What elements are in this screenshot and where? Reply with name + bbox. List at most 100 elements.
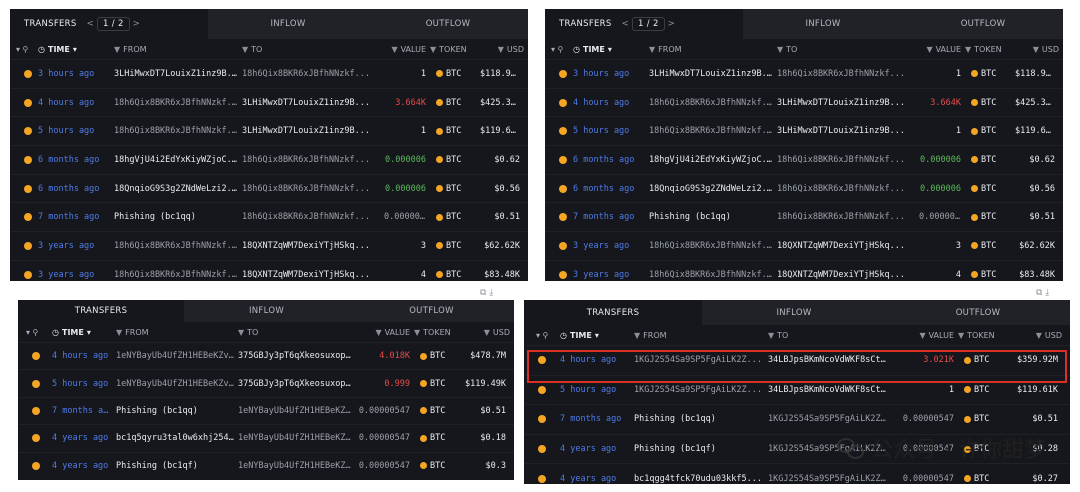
to-address-cell[interactable]: 1eNYBayUb4UfZH1HEBeKZv...: [238, 433, 356, 443]
table-row[interactable]: 3 hours ago 3LHiMwxDT7LouixZ1inz9B... 18h6…: [10, 59, 528, 88]
from-header[interactable]: ▼ FROM: [114, 45, 242, 54]
tab-transfers[interactable]: TRANSFERS: [524, 300, 702, 325]
to-address-cell[interactable]: 1eNYBayUb4UfZH1HEBeKZv...: [238, 461, 356, 471]
from-address-cell[interactable]: 1eNYBayUb4UfZH1HEBeKZv...: [116, 379, 238, 389]
usd-header[interactable]: ▼ USD: [1010, 331, 1066, 340]
from-address-cell[interactable]: 1KGJ2S54Sa9SP5FgAiLK2Z...: [634, 385, 768, 395]
table-row[interactable]: 5 hours ago 18h6Qix8BKR6xJBfhNNzkf... 3LHi…: [10, 116, 528, 145]
usd-header[interactable]: ▼ USD: [480, 45, 528, 54]
filter-link-icons[interactable]: ▾ ⚲: [18, 328, 52, 337]
time-cell[interactable]: 3 hours ago: [38, 69, 114, 79]
token-header[interactable]: ▼ TOKEN: [430, 45, 480, 54]
time-cell[interactable]: 3 years ago: [573, 241, 649, 251]
table-row[interactable]: 3 years ago 18h6Qix8BKR6xJBfhNNzkf... 18QX…: [10, 259, 528, 281]
panel-3-copy-download-icons[interactable]: ⧉ ⤓: [480, 288, 493, 298]
time-cell[interactable]: 4 hours ago: [52, 351, 116, 361]
to-address-cell[interactable]: 18h6Qix8BKR6xJBfhNNzkf...: [777, 212, 919, 222]
time-cell[interactable]: 3 hours ago: [573, 69, 649, 79]
from-address-cell[interactable]: 18QnqioG9S3g2ZNdWeLzi2...: [114, 184, 242, 194]
time-cell[interactable]: 4 years ago: [52, 433, 116, 443]
tab-inflow[interactable]: INFLOW: [208, 9, 368, 39]
time-header[interactable]: ◷ TIME ▾: [38, 45, 114, 54]
to-address-cell[interactable]: 1eNYBayUb4UfZH1HEBeKZv...: [238, 406, 356, 416]
table-row[interactable]: 5 hours ago 1eNYBayUb4UfZH1HEBeKZv... 375G…: [18, 369, 514, 396]
table-row[interactable]: 6 months ago 18hgVjU4i2EdYxKiyWZjoC... 18h…: [10, 145, 528, 174]
from-address-cell[interactable]: 18h6Qix8BKR6xJBfhNNzkf...: [114, 270, 242, 280]
time-cell[interactable]: 3 years ago: [38, 241, 114, 251]
table-row[interactable]: 3 years ago 18h6Qix8BKR6xJBfhNNzkf... 18QX…: [10, 231, 528, 260]
table-row[interactable]: 3 years ago 18h6Qix8BKR6xJBfhNNzkf... 18QX…: [545, 259, 1063, 281]
to-address-cell[interactable]: 18h6Qix8BKR6xJBfhNNzkf...: [242, 212, 384, 222]
filter-link-icons[interactable]: ▾ ⚲: [524, 331, 560, 340]
next-page-button[interactable]: >: [668, 19, 675, 29]
table-row[interactable]: 6 months ago 18QnqioG9S3g2ZNdWeLzi2... 18h…: [10, 173, 528, 203]
time-cell[interactable]: 6 months ago: [38, 155, 114, 165]
usd-header[interactable]: ▼ USD: [464, 328, 514, 337]
tab-outflow[interactable]: OUTFLOW: [886, 300, 1070, 325]
next-page-button[interactable]: >: [133, 19, 140, 29]
to-address-cell[interactable]: 18QXNTZqWM7DexiYTjHSkq...: [777, 270, 919, 280]
table-row[interactable]: 4 years ago bc1qgg4tfck70udu03kkf5... 1KGJ…: [524, 463, 1070, 484]
token-header[interactable]: ▼ TOKEN: [414, 328, 464, 337]
to-header[interactable]: ▼ TO: [242, 45, 384, 54]
from-address-cell[interactable]: 18h6Qix8BKR6xJBfhNNzkf...: [114, 98, 242, 108]
tab-inflow[interactable]: INFLOW: [702, 300, 886, 325]
from-header[interactable]: ▼ FROM: [634, 331, 768, 340]
time-header[interactable]: ◷ TIME ▾: [573, 45, 649, 54]
time-cell[interactable]: 5 hours ago: [573, 126, 649, 136]
time-header[interactable]: ◷ TIME ▾: [52, 328, 116, 337]
value-header[interactable]: ▼ VALUE: [384, 45, 430, 54]
table-row[interactable]: 4 years ago bc1q5qyru3tal0w6xhj254... 1eNY…: [18, 424, 514, 451]
time-cell[interactable]: 5 hours ago: [52, 379, 116, 389]
from-address-cell[interactable]: Phishing (bc1qq): [649, 212, 777, 222]
value-header[interactable]: ▼ VALUE: [919, 45, 965, 54]
from-address-cell[interactable]: Phishing (bc1qq): [634, 414, 768, 424]
value-header[interactable]: ▼ VALUE: [894, 331, 958, 340]
tab-outflow[interactable]: OUTFLOW: [903, 9, 1063, 39]
table-row[interactable]: 3 years ago 18h6Qix8BKR6xJBfhNNzkf... 18QX…: [545, 231, 1063, 260]
to-address-cell[interactable]: 18h6Qix8BKR6xJBfhNNzkf...: [777, 184, 919, 194]
to-address-cell[interactable]: 34LBJpsBKmNcoVdWKF8sCt...: [768, 385, 894, 395]
table-row[interactable]: 4 years ago Phishing (bc1qf) 1eNYBayUb4UfZ…: [18, 451, 514, 479]
to-address-cell[interactable]: 18h6Qix8BKR6xJBfhNNzkf...: [777, 69, 919, 79]
time-cell[interactable]: 6 months ago: [38, 184, 114, 194]
table-row[interactable]: 7 months ago Phishing (bc1qq) 18h6Qix8BKR6…: [10, 202, 528, 231]
table-row[interactable]: 4 hours ago 1eNYBayUb4UfZH1HEBeKZv... 375G…: [18, 342, 514, 369]
time-cell[interactable]: 4 hours ago: [573, 98, 649, 108]
time-cell[interactable]: 7 months ago: [573, 212, 649, 222]
time-cell[interactable]: 4 hours ago: [38, 98, 114, 108]
time-cell[interactable]: 4 years ago: [560, 444, 634, 454]
from-address-cell[interactable]: 3LHiMwxDT7LouixZ1inz9B...: [649, 69, 777, 79]
time-cell[interactable]: 7 months ago: [52, 406, 116, 416]
time-cell[interactable]: 3 years ago: [573, 270, 649, 280]
to-address-cell[interactable]: 1KGJ2S54Sa9SP5FgAiLK2Z...: [768, 474, 894, 484]
to-address-cell[interactable]: 3LHiMwxDT7LouixZ1inz9B...: [242, 98, 384, 108]
from-address-cell[interactable]: bc1qgg4tfck70udu03kkf5...: [634, 474, 768, 484]
tab-inflow[interactable]: INFLOW: [743, 9, 903, 39]
usd-header[interactable]: ▼ USD: [1015, 45, 1063, 54]
time-cell[interactable]: 6 months ago: [573, 155, 649, 165]
from-address-cell[interactable]: 18h6Qix8BKR6xJBfhNNzkf...: [649, 270, 777, 280]
from-address-cell[interactable]: Phishing (bc1qf): [116, 461, 238, 471]
from-address-cell[interactable]: 1eNYBayUb4UfZH1HEBeKZv...: [116, 351, 238, 361]
tab-outflow[interactable]: OUTFLOW: [368, 9, 528, 39]
to-header[interactable]: ▼ TO: [768, 331, 894, 340]
to-address-cell[interactable]: 18h6Qix8BKR6xJBfhNNzkf...: [242, 184, 384, 194]
table-row[interactable]: 4 hours ago 18h6Qix8BKR6xJBfhNNzkf... 3LHi…: [545, 87, 1063, 117]
token-header[interactable]: ▼ TOKEN: [965, 45, 1015, 54]
time-cell[interactable]: 3 years ago: [38, 270, 114, 280]
table-row[interactable]: 6 months ago 18hgVjU4i2EdYxKiyWZjoC... 18h…: [545, 145, 1063, 174]
to-header[interactable]: ▼ TO: [777, 45, 919, 54]
to-address-cell[interactable]: 375GBJy3pT6qXkeosuxopS...: [238, 351, 356, 361]
filter-link-icons[interactable]: ▾ ⚲: [10, 45, 38, 54]
time-cell[interactable]: 7 months ago: [38, 212, 114, 222]
from-address-cell[interactable]: 18h6Qix8BKR6xJBfhNNzkf...: [649, 126, 777, 136]
to-address-cell[interactable]: 3LHiMwxDT7LouixZ1inz9B...: [777, 98, 919, 108]
filter-link-icons[interactable]: ▾ ⚲: [545, 45, 573, 54]
to-address-cell[interactable]: 18h6Qix8BKR6xJBfhNNzkf...: [242, 155, 384, 165]
table-row[interactable]: 3 hours ago 3LHiMwxDT7LouixZ1inz9B... 18h6…: [545, 59, 1063, 88]
to-address-cell[interactable]: 3LHiMwxDT7LouixZ1inz9B...: [242, 126, 384, 136]
panel-4-copy-download-icons[interactable]: ⧉ ⤓: [1036, 288, 1049, 298]
from-address-cell[interactable]: 3LHiMwxDT7LouixZ1inz9B...: [114, 69, 242, 79]
table-row[interactable]: 4 hours ago 18h6Qix8BKR6xJBfhNNzkf... 3LHi…: [10, 87, 528, 117]
